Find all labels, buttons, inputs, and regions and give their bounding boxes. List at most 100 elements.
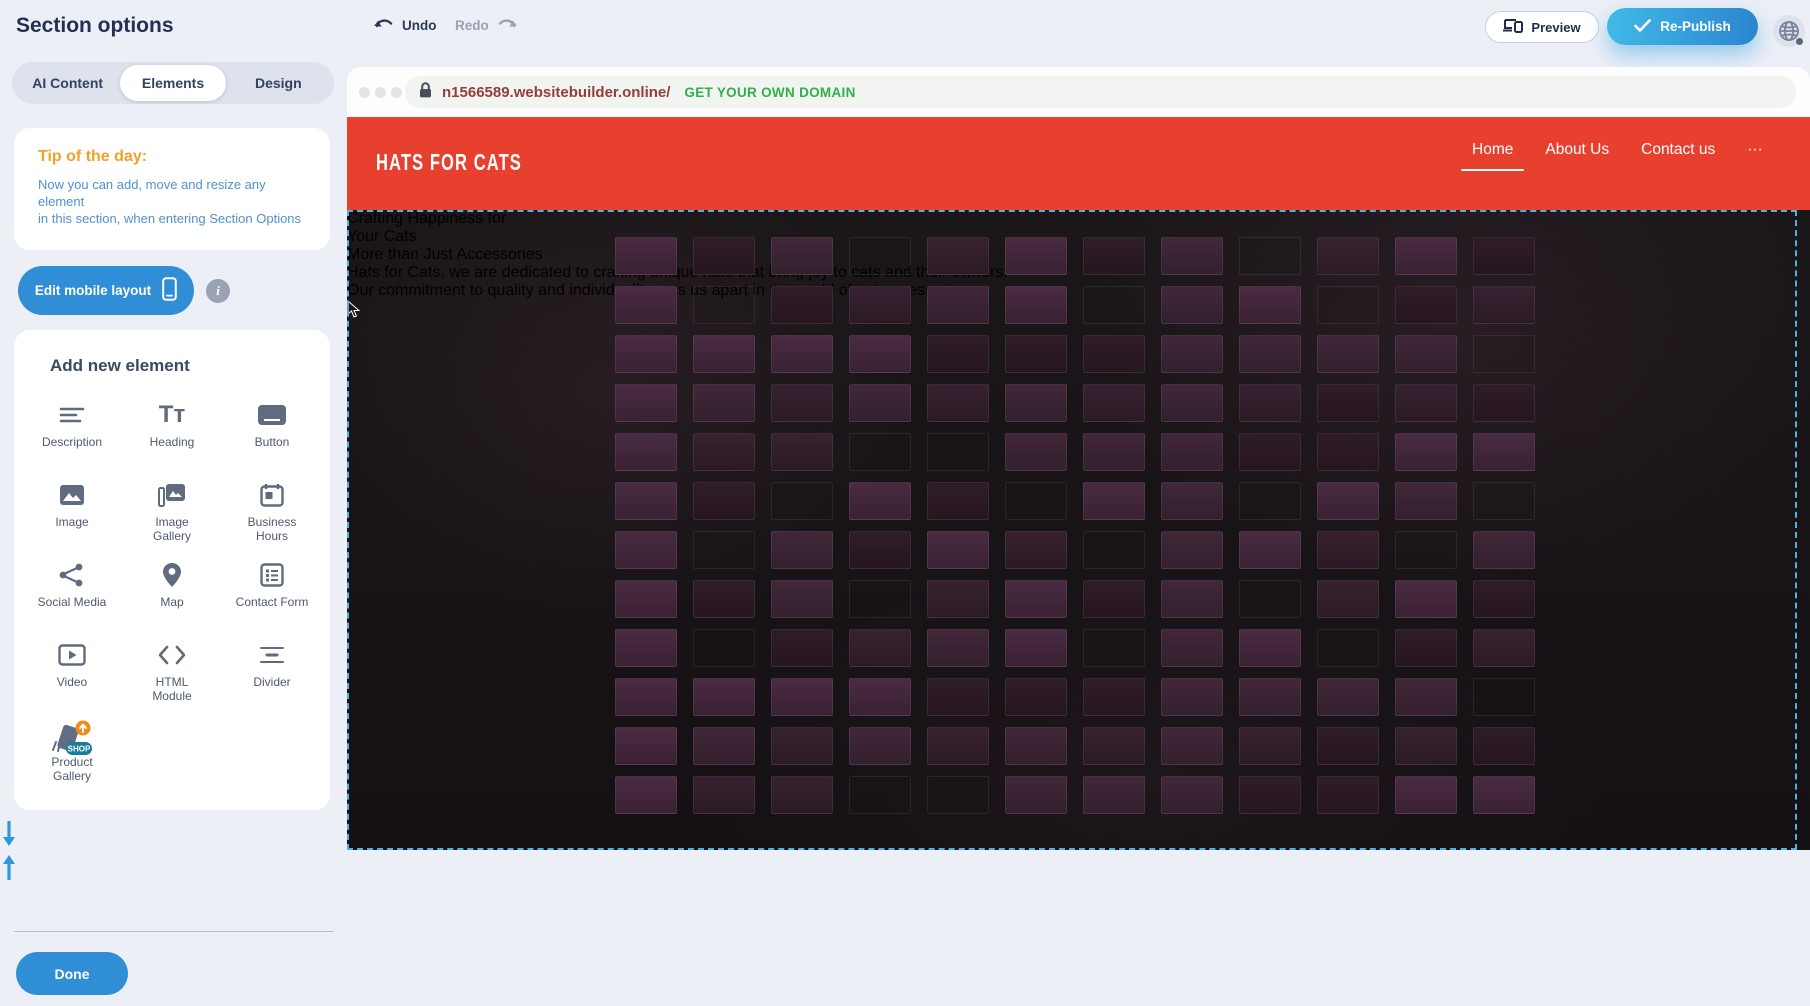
hero-tile xyxy=(927,433,989,471)
calendar-icon xyxy=(260,480,284,510)
nav-more-ellipsis[interactable]: ··· xyxy=(1747,137,1763,171)
hero-tile xyxy=(1005,580,1067,618)
edit-mobile-layout-button[interactable]: Edit mobile layout xyxy=(18,266,194,315)
hero-tile xyxy=(1317,482,1379,520)
add-element-grid: Description Tт Heading Button Image Imag… xyxy=(22,394,322,794)
tab-design[interactable]: Design xyxy=(226,65,331,101)
hero-tile xyxy=(1473,580,1535,618)
done-button[interactable]: Done xyxy=(16,952,128,995)
hero-tile xyxy=(615,580,677,618)
hero-tile xyxy=(1161,580,1223,618)
get-your-own-domain-link[interactable]: GET YOUR OWN DOMAIN xyxy=(684,85,855,100)
hero-tile xyxy=(1473,433,1535,471)
hero-tile xyxy=(1161,727,1223,765)
redo-button[interactable]: Redo xyxy=(455,16,518,34)
hero-tile xyxy=(849,482,911,520)
site-logo[interactable]: HATS FOR CATS xyxy=(376,149,522,176)
hero-tile xyxy=(1005,433,1067,471)
hero-tile xyxy=(1473,237,1535,275)
info-icon[interactable]: i xyxy=(206,279,230,303)
hero-tile xyxy=(1395,727,1457,765)
hero-tile xyxy=(849,335,911,373)
hero-tile xyxy=(1395,678,1457,716)
hero-tile xyxy=(1239,678,1301,716)
hero-tile xyxy=(1317,727,1379,765)
hero-tile xyxy=(1473,482,1535,520)
window-dot-3 xyxy=(391,87,402,98)
add-item-button[interactable]: Button xyxy=(222,394,322,474)
add-item-product-gallery[interactable]: SHOP Product Gallery xyxy=(22,714,122,794)
hero-tile xyxy=(1395,482,1457,520)
tile-grout-line xyxy=(2,0,84,12)
svg-text:SHOP: SHOP xyxy=(68,745,91,754)
hero-tile xyxy=(1317,335,1379,373)
add-item-label: Image Gallery xyxy=(135,515,209,543)
nav-contact-us[interactable]: Contact us xyxy=(1641,137,1715,171)
hero-tile xyxy=(849,384,911,422)
hero-section[interactable]: Crafting Happiness for Your Cats More th… xyxy=(347,210,1810,850)
add-item-video[interactable]: Video xyxy=(22,634,122,714)
add-item-social-media[interactable]: Social Media xyxy=(22,554,122,634)
image-icon xyxy=(59,480,85,510)
hero-tile xyxy=(693,433,755,471)
nav-about-us[interactable]: About Us xyxy=(1545,137,1609,171)
undo-button[interactable]: Undo xyxy=(373,16,437,34)
add-item-label: Contact Form xyxy=(236,595,309,609)
add-item-divider[interactable]: Divider xyxy=(222,634,322,714)
tip-title: Tip of the day: xyxy=(38,148,147,166)
add-item-business-hours[interactable]: Business Hours xyxy=(222,474,322,554)
republish-button[interactable]: Re-Publish xyxy=(1607,8,1758,45)
hero-tile xyxy=(1239,335,1301,373)
hero-tile xyxy=(615,482,677,520)
hero-tile xyxy=(849,776,911,814)
hero-tile xyxy=(1239,531,1301,569)
add-item-description[interactable]: Description xyxy=(22,394,122,474)
hero-tile xyxy=(615,629,677,667)
hero-tile xyxy=(927,384,989,422)
hero-tile xyxy=(927,531,989,569)
hero-tile xyxy=(1161,629,1223,667)
hero-tile xyxy=(927,776,989,814)
code-brackets-icon xyxy=(158,640,186,670)
hero-tile xyxy=(1473,678,1535,716)
add-item-html-module[interactable]: HTML Module xyxy=(122,634,222,714)
add-item-image[interactable]: Image xyxy=(22,474,122,554)
hero-tile xyxy=(771,384,833,422)
tab-elements[interactable]: Elements xyxy=(120,65,225,101)
nav-home[interactable]: Home xyxy=(1472,137,1513,171)
add-item-contact-form[interactable]: Contact Form xyxy=(222,554,322,634)
check-icon xyxy=(1634,19,1651,35)
map-pin-icon xyxy=(162,560,182,590)
hero-tile xyxy=(849,286,911,324)
lock-icon xyxy=(419,82,432,103)
hero-tile xyxy=(693,482,755,520)
hero-tile xyxy=(1083,433,1145,471)
preview-label: Preview xyxy=(1531,20,1580,35)
preview-button[interactable]: Preview xyxy=(1485,11,1599,43)
page-title: Section options xyxy=(16,14,174,38)
tab-ai-content[interactable]: AI Content xyxy=(15,65,120,101)
hero-tile xyxy=(771,335,833,373)
add-item-map[interactable]: Map xyxy=(122,554,222,634)
redo-icon xyxy=(497,16,518,34)
hero-tile xyxy=(1161,384,1223,422)
hero-tile xyxy=(771,727,833,765)
hero-tile xyxy=(1161,433,1223,471)
add-item-image-gallery[interactable]: Image Gallery xyxy=(122,474,222,554)
hero-tile xyxy=(615,237,677,275)
hero-tile xyxy=(1239,727,1301,765)
hero-tile xyxy=(615,678,677,716)
hero-tile xyxy=(693,678,755,716)
phone-icon xyxy=(162,277,177,304)
hero-tile xyxy=(1005,335,1067,373)
hero-tile xyxy=(1395,531,1457,569)
address-bar[interactable]: n1566589.websitebuilder.online/ GET YOUR… xyxy=(405,76,1796,108)
hero-tile xyxy=(1005,776,1067,814)
hero-tile xyxy=(1005,678,1067,716)
hero-tile xyxy=(1395,286,1457,324)
contact-form-icon xyxy=(260,560,284,590)
hero-tile xyxy=(849,727,911,765)
add-item-label: Social Media xyxy=(38,595,107,609)
hero-tile xyxy=(927,482,989,520)
add-item-heading[interactable]: Tт Heading xyxy=(122,394,222,474)
